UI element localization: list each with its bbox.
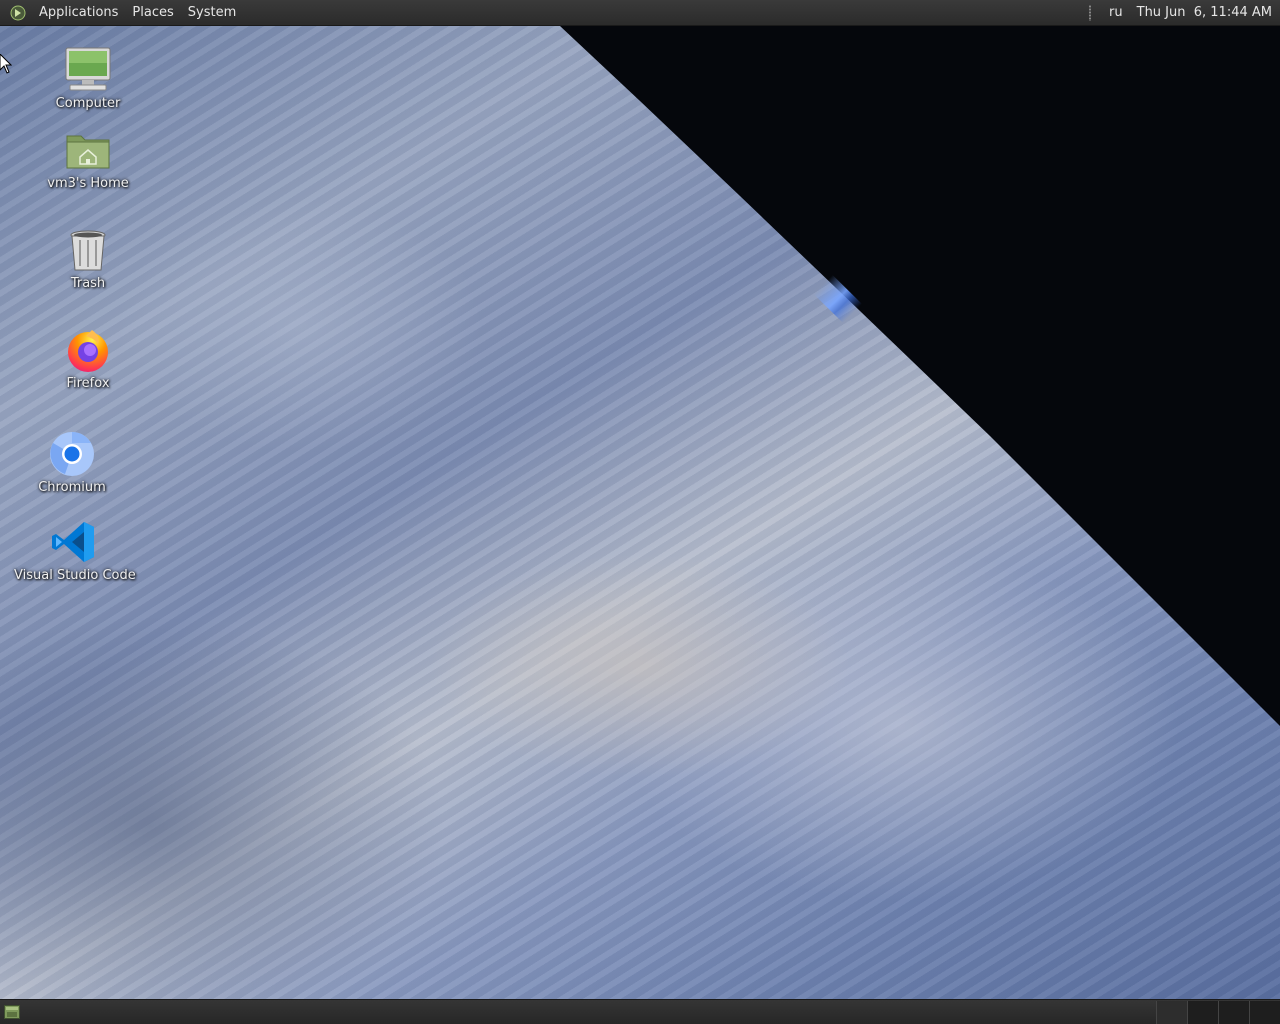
places-menu[interactable]: Places [125,0,180,25]
workspace-4[interactable] [1249,1001,1280,1024]
desktop-icon-firefox[interactable]: Firefox [28,326,148,391]
desktop-icon-home[interactable]: vm3's Home [28,126,148,191]
home-folder-icon [66,135,110,169]
icon-label-trash: Trash [70,276,106,291]
top-panel: Applications Places System ru Thu Jun 6,… [0,0,1280,26]
desktop-wallpaper[interactable] [0,26,1280,999]
computer-icon [65,47,111,91]
wallpaper-space [560,26,1280,726]
desktop-icon-chromium[interactable]: Chromium [12,430,132,495]
system-menu[interactable]: System [181,0,243,25]
trash-icon [70,230,106,271]
workspace-2[interactable] [1187,1001,1218,1024]
desktop-icon-vscode[interactable]: Visual Studio Code [14,518,136,583]
workspace-switcher[interactable] [1156,1000,1280,1024]
desktop-icon-trash[interactable]: Trash [28,226,148,291]
desktop-icon-computer[interactable]: Computer [28,46,148,111]
icon-label-computer: Computer [55,96,121,111]
vscode-icon [52,522,94,562]
show-desktop-icon[interactable] [4,1005,20,1019]
icon-label-vscode: Visual Studio Code [14,568,136,583]
bottom-panel [0,999,1280,1024]
workspace-1[interactable] [1156,1001,1187,1024]
icon-label-firefox: Firefox [66,376,110,391]
chromium-icon [50,432,94,476]
mouse-pointer-icon [0,54,12,74]
keyboard-layout-indicator[interactable]: ru [1101,5,1131,20]
clock[interactable]: Thu Jun 6, 11:44 AM [1131,5,1280,20]
firefox-icon [68,330,108,372]
panel-tray: ru Thu Jun 6, 11:44 AM [1089,0,1280,25]
workspace-3[interactable] [1218,1001,1249,1024]
applications-menu[interactable]: Applications [32,0,125,25]
panel-separator [1089,4,1092,21]
icon-label-home: vm3's Home [47,176,129,191]
mate-logo-icon[interactable] [10,5,26,21]
icon-label-chromium: Chromium [38,480,106,495]
